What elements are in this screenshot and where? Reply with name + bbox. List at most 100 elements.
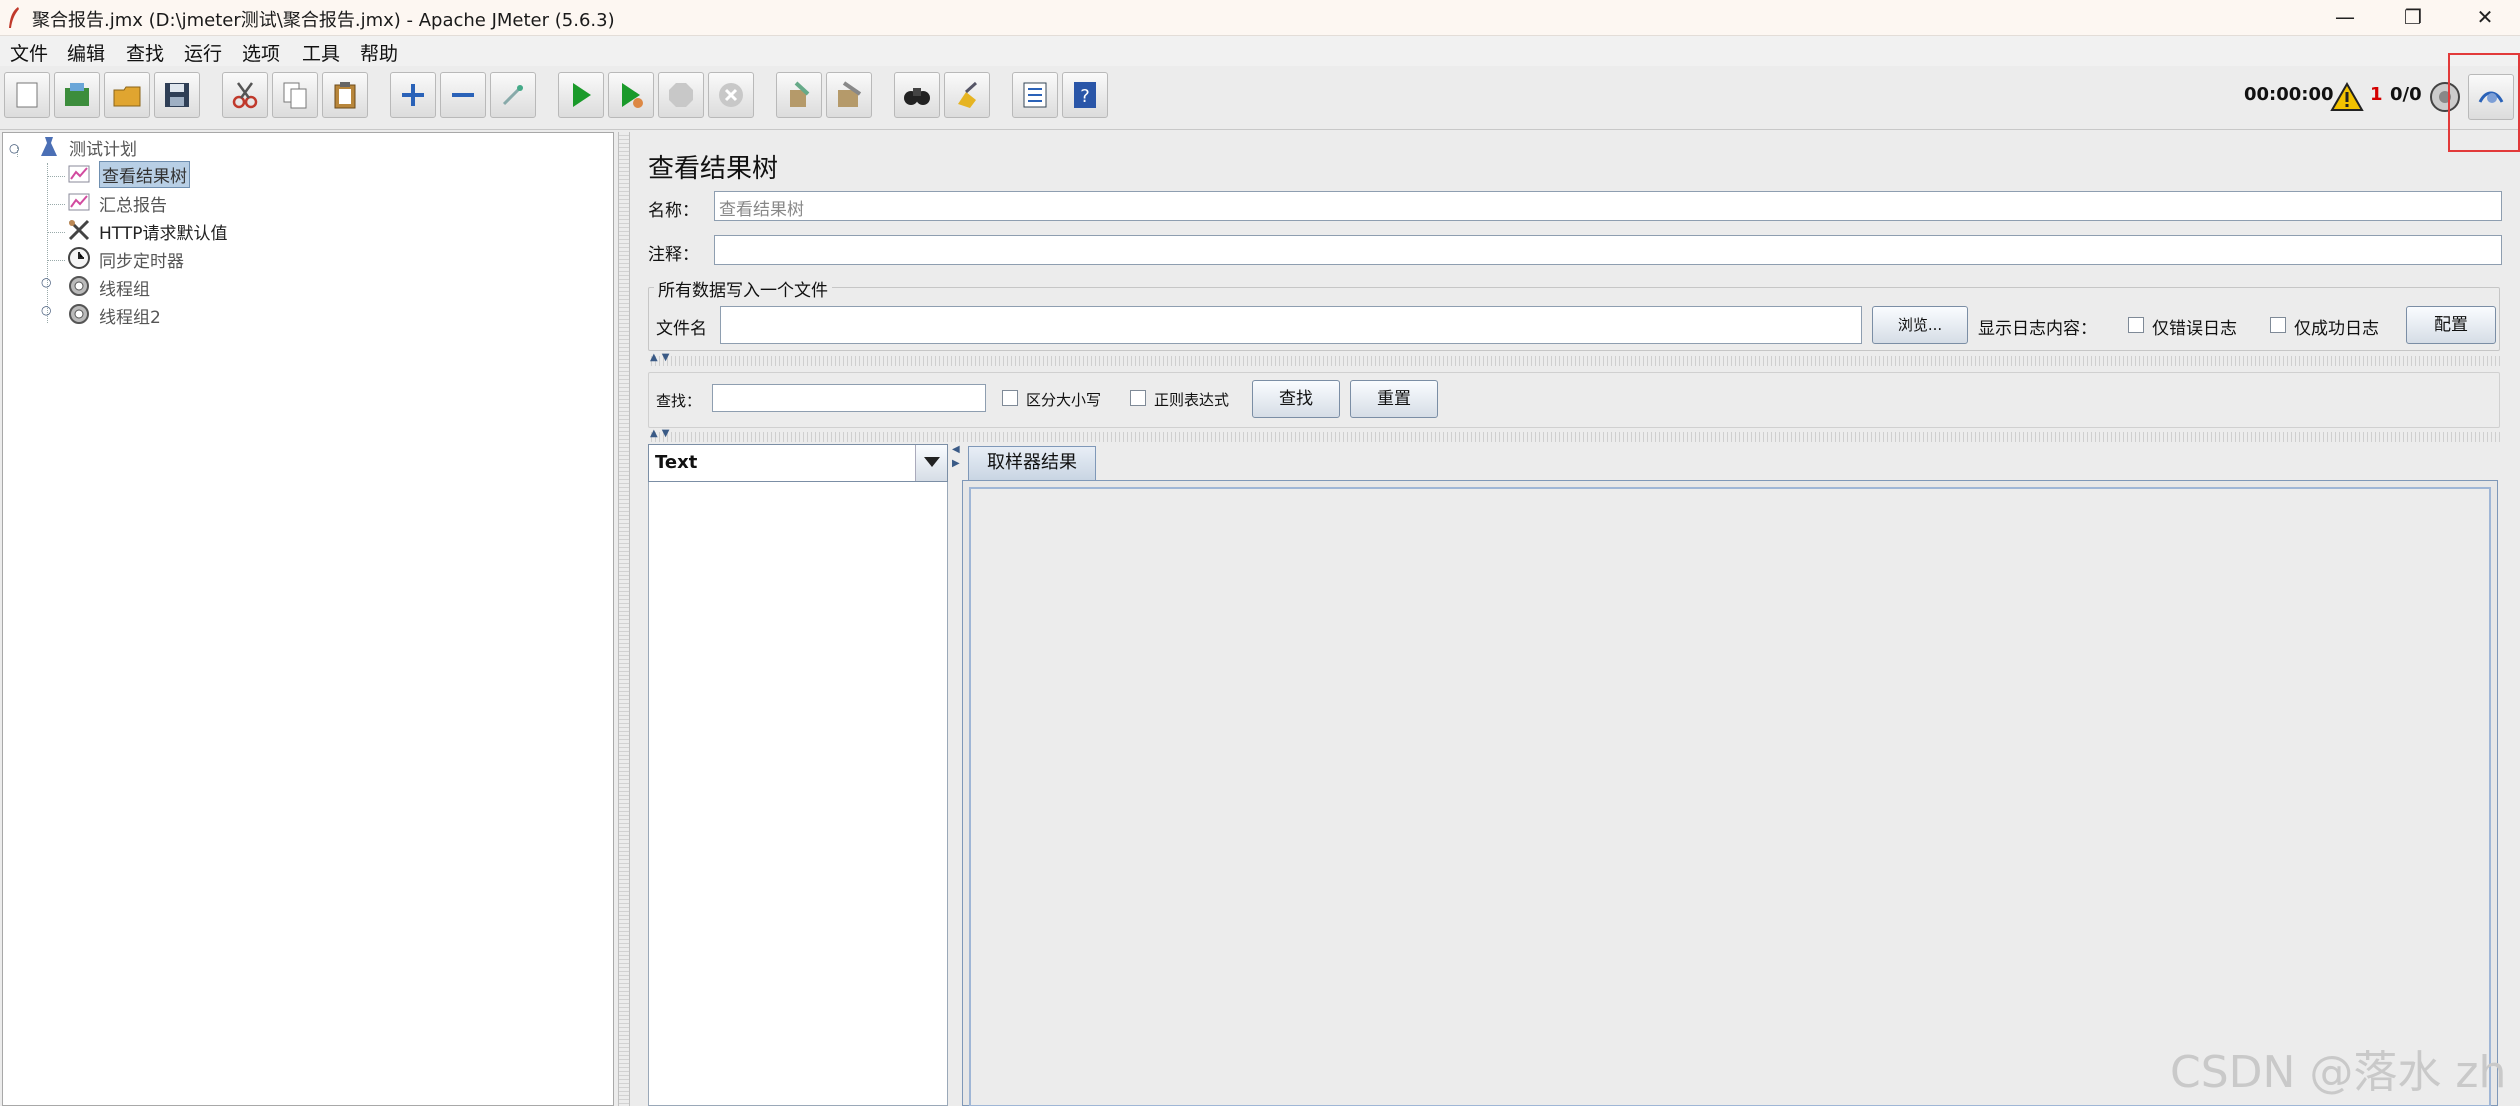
success-only-label: 仅成功日志 — [2294, 319, 2379, 339]
save-icon — [165, 83, 189, 107]
shutdown-button[interactable] — [708, 72, 754, 118]
error-count: 1 — [2370, 84, 2383, 105]
function-helper-icon — [1023, 82, 1047, 108]
close-button[interactable]: ✕ — [2450, 0, 2520, 34]
divider-arrows[interactable]: ▲▼ — [650, 428, 673, 439]
dropdown-button[interactable] — [915, 445, 947, 481]
divider-arrows[interactable]: ▲▼ — [650, 352, 673, 363]
expand-toggle[interactable]: ○ — [41, 303, 55, 317]
listener-icon — [68, 165, 90, 183]
errors-only-checkbox[interactable] — [2128, 317, 2144, 333]
errors-only-label: 仅错误日志 — [2152, 319, 2237, 339]
splitter-arrow-icon[interactable]: ◀ — [952, 444, 960, 455]
filename-label: 文件名 — [656, 319, 707, 339]
cut-button[interactable] — [222, 72, 268, 118]
tree-node-label: 查看结果树 — [99, 161, 190, 188]
tree-node-label: 线程组2 — [99, 308, 161, 328]
case-sensitive-label: 区分大小写 — [1026, 391, 1102, 409]
success-only-checkbox[interactable] — [2270, 317, 2286, 333]
menu-options[interactable]: 选项 — [242, 39, 280, 66]
renderer-value: Text — [655, 452, 698, 473]
search-button[interactable] — [894, 72, 940, 118]
new-button[interactable] — [4, 72, 50, 118]
restore-button[interactable]: ❐ — [2378, 0, 2448, 34]
minimize-button[interactable]: — — [2310, 0, 2380, 34]
tree-node-label: HTTP请求默认值 — [99, 224, 228, 244]
menu-help[interactable]: 帮助 — [360, 39, 398, 66]
listener-icon — [68, 193, 90, 211]
menu-edit[interactable]: 编辑 — [67, 39, 105, 66]
copy-icon — [283, 82, 307, 109]
start-button[interactable] — [558, 72, 604, 118]
sample-result-list[interactable] — [648, 482, 948, 1106]
window-title: 聚合报告.jmx (D:\jmeter测试\聚合报告.jmx) - Apache… — [32, 10, 615, 31]
reset-search-button[interactable] — [944, 72, 990, 118]
thread-group-icon — [69, 276, 89, 296]
collapse-toggle[interactable]: ○ — [9, 141, 23, 155]
splitter-arrow-icon[interactable]: ▶ — [952, 458, 960, 469]
search-field[interactable] — [712, 384, 986, 412]
menu-bar: 文件 编辑 查找 运行 选项 工具 帮助 — [0, 36, 2520, 66]
collapse-all-button[interactable] — [440, 72, 486, 118]
expand-toggle[interactable]: ○ — [41, 275, 55, 289]
templates-icon — [65, 83, 89, 106]
expand-all-button[interactable] — [390, 72, 436, 118]
filename-field[interactable] — [720, 306, 1862, 344]
case-sensitive-checkbox[interactable] — [1002, 390, 1018, 406]
watermark: CSDN @落水 zh — [2170, 1047, 2507, 1098]
warning-icon[interactable] — [2330, 82, 2364, 112]
result-splitter[interactable]: ◀ ▶ — [950, 444, 962, 1106]
chevron-down-icon — [924, 457, 940, 467]
highlight-box — [2448, 53, 2520, 152]
renderer-select[interactable]: Text — [648, 444, 948, 482]
browse-button[interactable]: 浏览... — [1872, 306, 1968, 344]
expand-icon — [402, 84, 424, 106]
menu-search[interactable]: 查找 — [126, 39, 164, 66]
menu-tools[interactable]: 工具 — [302, 39, 340, 66]
config-tools-icon — [68, 219, 90, 241]
tab-sampler-result[interactable]: 取样器结果 — [968, 446, 1096, 480]
regex-checkbox[interactable] — [1130, 390, 1146, 406]
find-button[interactable]: 查找 — [1252, 380, 1340, 418]
new-icon — [16, 82, 38, 108]
templates-button[interactable] — [54, 72, 100, 118]
split-divider[interactable] — [648, 356, 2500, 366]
comment-field[interactable] — [714, 235, 2502, 265]
log-content-label: 显示日志内容： — [1978, 319, 2097, 339]
reset-search-icon — [958, 81, 978, 108]
panel-title: 查看结果树 — [648, 154, 779, 184]
split-divider[interactable] — [648, 432, 2500, 442]
copy-button[interactable] — [272, 72, 318, 118]
cut-icon — [232, 82, 258, 109]
stop-button[interactable] — [658, 72, 704, 118]
tree-node-label: 线程组 — [99, 280, 150, 300]
open-button[interactable] — [104, 72, 150, 118]
jmeter-feather-icon — [9, 7, 19, 28]
clear-button[interactable] — [776, 72, 822, 118]
function-helper-button[interactable] — [1012, 72, 1058, 118]
clear-all-button[interactable] — [826, 72, 872, 118]
save-button[interactable] — [154, 72, 200, 118]
toggle-button[interactable] — [490, 72, 536, 118]
reset-button[interactable]: 重置 — [1350, 380, 1438, 418]
name-field[interactable]: 查看结果树 — [714, 191, 2502, 221]
write-to-file-title: 所有数据写入一个文件 — [654, 276, 832, 301]
tree-node-label: 汇总报告 — [99, 196, 167, 216]
search-label: 查找： — [656, 392, 702, 410]
title-bar: 聚合报告.jmx (D:\jmeter测试\聚合报告.jmx) - Apache… — [0, 0, 2520, 36]
paste-icon — [334, 82, 356, 109]
configure-button[interactable]: 配置 — [2406, 306, 2496, 344]
tree-node-label: 测试计划 — [69, 140, 137, 160]
menu-file[interactable]: 文件 — [10, 39, 48, 66]
paste-button[interactable] — [322, 72, 368, 118]
tree-splitter[interactable] — [618, 132, 630, 1106]
sampler-result-content — [969, 487, 2491, 1106]
menu-run[interactable]: 运行 — [184, 39, 222, 66]
search-icon — [904, 88, 930, 105]
help-button[interactable]: ? — [1062, 72, 1108, 118]
jmeter-window: 聚合报告.jmx (D:\jmeter测试\聚合报告.jmx) - Apache… — [0, 0, 2520, 1106]
elapsed-time: 00:00:00 — [2244, 84, 2334, 105]
clear-icon — [790, 81, 810, 107]
open-icon — [113, 86, 141, 107]
start-no-pauses-button[interactable] — [608, 72, 654, 118]
